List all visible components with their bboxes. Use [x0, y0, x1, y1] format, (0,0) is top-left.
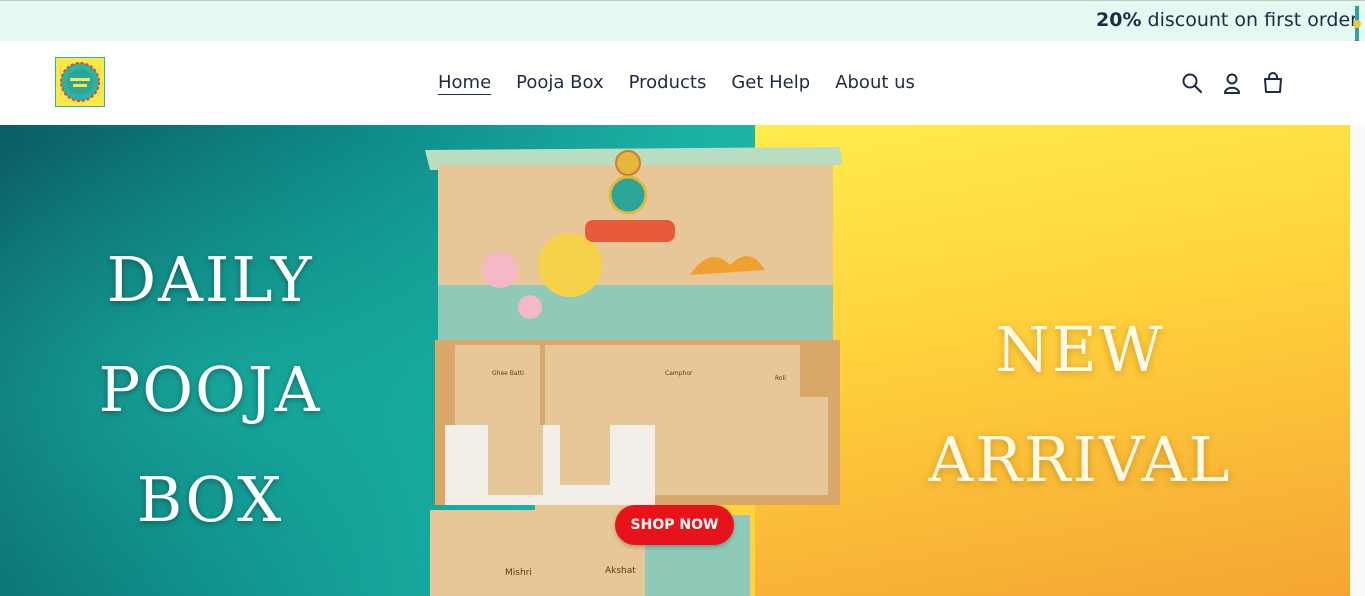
nav-pooja-box[interactable]: Pooja Box	[516, 72, 603, 94]
svg-text:Akshat: Akshat	[605, 566, 636, 576]
svg-text:Roli: Roli	[775, 375, 786, 382]
svg-text:Mishri: Mishri	[505, 568, 532, 578]
svg-text:Ghee Batti: Ghee Batti	[492, 370, 524, 377]
nav-about-us[interactable]: About us	[835, 72, 915, 94]
svg-text:Camphor: Camphor	[665, 370, 693, 377]
shop-now-button[interactable]: SHOP NOW	[615, 505, 734, 545]
search-icon[interactable]	[1181, 72, 1203, 94]
announcement-bar: 20% discount on first order c	[0, 0, 1365, 41]
site-header: Home Pooja Box Products Get Help About u…	[0, 41, 1365, 125]
brand-logo[interactable]	[55, 57, 105, 107]
main-nav: Home Pooja Box Products Get Help About u…	[438, 72, 940, 94]
nav-home[interactable]: Home	[438, 72, 491, 94]
hero-title-right: NEW ARRIVAL	[928, 313, 1232, 496]
account-icon[interactable]	[1221, 72, 1243, 94]
scrollbar[interactable]	[1350, 125, 1365, 596]
announcement-text: 20% discount on first order c	[1096, 9, 1365, 31]
nav-get-help[interactable]: Get Help	[731, 72, 810, 94]
cart-icon[interactable]	[1262, 72, 1284, 94]
nav-products[interactable]: Products	[629, 72, 707, 94]
hero-banner[interactable]: DAILY POOJA BOX NEW ARRIVAL Mishri Aksha…	[0, 125, 1350, 596]
hero-title-left: DAILY POOJA BOX	[98, 243, 322, 536]
